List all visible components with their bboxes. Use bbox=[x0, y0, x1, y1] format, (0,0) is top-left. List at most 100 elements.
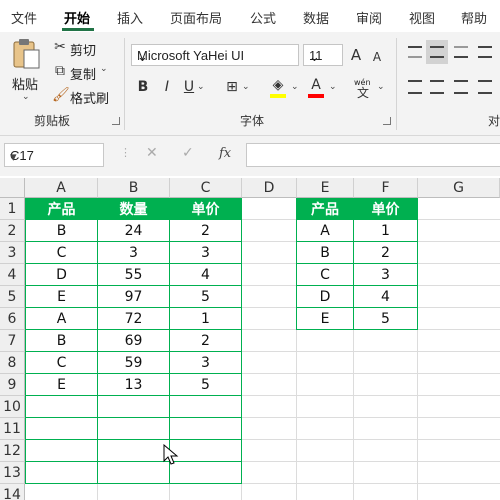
row-header[interactable]: 14 bbox=[0, 484, 25, 500]
table-cell[interactable] bbox=[97, 461, 170, 484]
header-cell[interactable]: 单价 bbox=[353, 198, 418, 220]
align-top-icon[interactable] bbox=[408, 46, 422, 58]
paste-button[interactable]: 粘贴 ⌄ bbox=[8, 36, 44, 102]
table-cell[interactable] bbox=[25, 417, 98, 440]
align-right-icon[interactable] bbox=[454, 80, 468, 94]
table-cell[interactable]: E bbox=[25, 285, 98, 308]
column-header-g[interactable]: G bbox=[418, 178, 500, 198]
grow-font-button[interactable]: A bbox=[348, 46, 364, 64]
table-cell[interactable]: B bbox=[25, 329, 98, 352]
table-cell[interactable]: 3 bbox=[169, 351, 242, 374]
table-cell[interactable]: A bbox=[25, 307, 98, 330]
table-cell[interactable] bbox=[25, 439, 98, 462]
table-cell[interactable]: E bbox=[25, 373, 98, 396]
table-cell[interactable]: A bbox=[296, 219, 354, 242]
table-cell[interactable]: 4 bbox=[353, 285, 418, 308]
row-header[interactable]: 1 bbox=[0, 198, 25, 220]
indent-icon[interactable] bbox=[478, 80, 492, 94]
tab-home[interactable]: 开始 bbox=[64, 8, 90, 27]
tab-data[interactable]: 数据 bbox=[303, 8, 329, 27]
row-header[interactable]: 9 bbox=[0, 374, 25, 396]
column-header-d[interactable]: D bbox=[242, 178, 297, 198]
row-header[interactable]: 13 bbox=[0, 462, 25, 484]
table-cell[interactable]: B bbox=[25, 219, 98, 242]
table-cell[interactable] bbox=[169, 461, 242, 484]
table-cell[interactable]: 2 bbox=[169, 329, 242, 352]
table-cell[interactable]: D bbox=[25, 263, 98, 286]
tab-view[interactable]: 视图 bbox=[409, 8, 435, 27]
row-header[interactable]: 7 bbox=[0, 330, 25, 352]
row-header[interactable]: 8 bbox=[0, 352, 25, 374]
table-cell[interactable]: D bbox=[296, 285, 354, 308]
cut-button[interactable]: ✂ 剪切 bbox=[52, 38, 112, 59]
underline-button[interactable]: U bbox=[182, 78, 196, 96]
orientation-icon[interactable] bbox=[478, 46, 492, 58]
align-middle-icon[interactable] bbox=[426, 40, 448, 64]
phonetic-guide-button[interactable]: wén 文 bbox=[352, 76, 376, 100]
table-cell[interactable] bbox=[97, 395, 170, 418]
table-cell[interactable]: 5 bbox=[353, 307, 418, 330]
shrink-font-button[interactable]: A bbox=[370, 48, 384, 66]
table-cell[interactable]: 4 bbox=[169, 263, 242, 286]
select-all-corner[interactable] bbox=[0, 178, 25, 198]
row-header[interactable]: 4 bbox=[0, 264, 25, 286]
table-cell[interactable] bbox=[25, 395, 98, 418]
table-cell[interactable]: 97 bbox=[97, 285, 170, 308]
clipboard-launcher-icon[interactable] bbox=[112, 117, 120, 125]
header-cell[interactable]: 单价 bbox=[169, 198, 242, 220]
italic-button[interactable]: I bbox=[160, 78, 174, 96]
name-box[interactable]: C17 ▾ bbox=[4, 143, 104, 167]
table-cell[interactable]: 3 bbox=[97, 241, 170, 264]
table-cell[interactable]: 1 bbox=[353, 219, 418, 242]
column-header-a[interactable]: A bbox=[25, 178, 98, 198]
table-cell[interactable]: 24 bbox=[97, 219, 170, 242]
row-header[interactable]: 3 bbox=[0, 242, 25, 264]
bold-button[interactable]: B bbox=[136, 78, 150, 96]
tab-help[interactable]: 帮助 bbox=[461, 8, 487, 27]
row-header[interactable]: 12 bbox=[0, 440, 25, 462]
copy-button[interactable]: ⧉ 复制 ⌄ bbox=[52, 62, 122, 83]
enter-icon[interactable]: ✓ bbox=[182, 145, 194, 161]
table-cell[interactable]: B bbox=[296, 241, 354, 264]
format-painter-button[interactable]: 🖌 格式刷 bbox=[52, 86, 122, 107]
table-cell[interactable]: 55 bbox=[97, 263, 170, 286]
row-header[interactable]: 10 bbox=[0, 396, 25, 418]
column-header-c[interactable]: C bbox=[170, 178, 242, 198]
insert-function-icon[interactable]: fx bbox=[219, 146, 231, 161]
table-cell[interactable] bbox=[97, 417, 170, 440]
table-cell[interactable]: 13 bbox=[97, 373, 170, 396]
align-bottom-icon[interactable] bbox=[454, 46, 468, 58]
tab-insert[interactable]: 插入 bbox=[117, 8, 143, 27]
table-cell[interactable]: 3 bbox=[169, 241, 242, 264]
table-cell[interactable] bbox=[169, 417, 242, 440]
table-cell[interactable]: 1 bbox=[169, 307, 242, 330]
table-cell[interactable] bbox=[97, 439, 170, 462]
tab-page-layout[interactable]: 页面布局 bbox=[170, 8, 222, 27]
align-center-icon[interactable] bbox=[430, 80, 444, 94]
header-cell[interactable]: 数量 bbox=[97, 198, 170, 220]
row-header[interactable]: 2 bbox=[0, 220, 25, 242]
header-cell[interactable]: 产品 bbox=[25, 198, 98, 220]
table-cell[interactable]: C bbox=[25, 351, 98, 374]
table-cell[interactable]: 2 bbox=[169, 219, 242, 242]
column-header-f[interactable]: F bbox=[354, 178, 418, 198]
table-cell[interactable]: E bbox=[296, 307, 354, 330]
column-header-e[interactable]: E bbox=[297, 178, 354, 198]
cancel-icon[interactable]: ✕ bbox=[146, 145, 158, 161]
table-cell[interactable]: 5 bbox=[169, 373, 242, 396]
table-cell[interactable]: 3 bbox=[353, 263, 418, 286]
font-launcher-icon[interactable] bbox=[383, 117, 391, 125]
table-cell[interactable]: C bbox=[296, 263, 354, 286]
tab-formulas[interactable]: 公式 bbox=[250, 8, 276, 27]
table-cell[interactable]: 72 bbox=[97, 307, 170, 330]
table-cell[interactable] bbox=[169, 439, 242, 462]
table-cell[interactable]: C bbox=[25, 241, 98, 264]
fill-color-button[interactable]: ◈ bbox=[268, 76, 290, 100]
header-cell[interactable]: 产品 bbox=[296, 198, 354, 220]
table-cell[interactable]: 59 bbox=[97, 351, 170, 374]
font-color-button[interactable]: A bbox=[306, 76, 328, 100]
tab-review[interactable]: 审阅 bbox=[356, 8, 382, 27]
table-cell[interactable]: 69 bbox=[97, 329, 170, 352]
table-cell[interactable] bbox=[169, 395, 242, 418]
formula-input[interactable] bbox=[246, 143, 500, 167]
